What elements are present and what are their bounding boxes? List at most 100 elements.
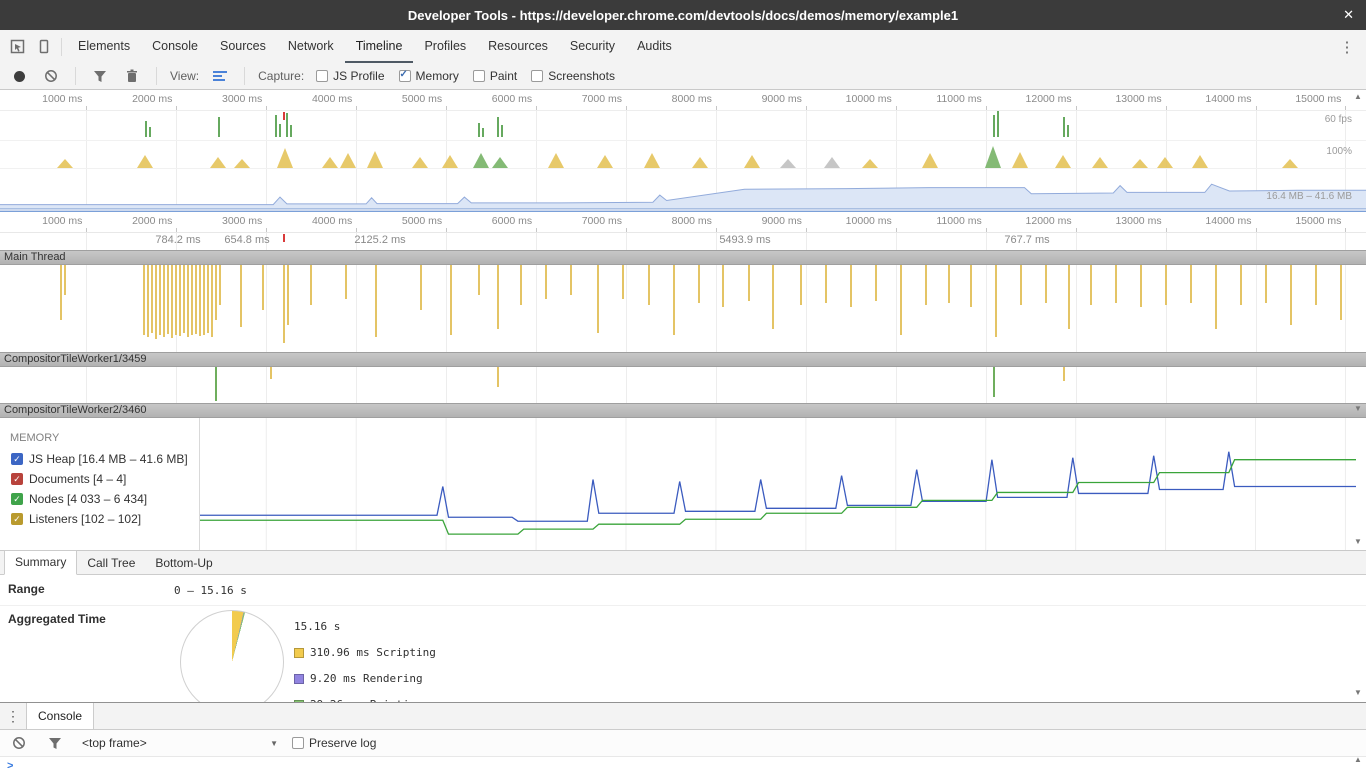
activity-bar bbox=[1020, 265, 1022, 305]
console-prompt[interactable]: > bbox=[0, 757, 1366, 768]
tab-elements[interactable]: Elements bbox=[67, 30, 141, 63]
clear-recording-icon[interactable] bbox=[38, 64, 64, 88]
scroll-down-icon[interactable]: ▼ bbox=[1352, 404, 1364, 413]
legend-swatch bbox=[294, 674, 304, 684]
ruler-tick-label: 14000 ms bbox=[1205, 215, 1255, 227]
tab-profiles[interactable]: Profiles bbox=[413, 30, 477, 63]
activity-bar bbox=[800, 265, 802, 305]
memory-series-checkbox[interactable]: ✓ bbox=[11, 493, 23, 505]
track-label: CompositorTileWorker1/3459 bbox=[4, 353, 146, 365]
aggregated-time-row: Aggregated Time 15.16 s 310.96 ms Script… bbox=[0, 606, 1366, 702]
range-value: 0 — 15.16 s bbox=[174, 576, 247, 605]
preserve-log-option: Preserve log bbox=[292, 736, 376, 750]
overview-fps-lane: 60 fps bbox=[0, 110, 1366, 141]
capture-option-label: Paint bbox=[490, 69, 517, 83]
scroll-up-icon[interactable]: ▲ bbox=[1352, 755, 1364, 764]
scroll-down-icon[interactable]: ▼ bbox=[1352, 537, 1364, 546]
ruler-annotation: 2125.2 ms bbox=[354, 234, 405, 246]
drawer-menu-icon[interactable]: ⋮ bbox=[0, 703, 26, 729]
capture-option-label: JS Profile bbox=[333, 69, 384, 83]
tab-resources[interactable]: Resources bbox=[477, 30, 559, 63]
activity-bar bbox=[970, 265, 972, 307]
timeline-overview[interactable]: 1000 ms2000 ms3000 ms4000 ms5000 ms6000 … bbox=[0, 90, 1366, 208]
activity-bar bbox=[151, 265, 153, 333]
ruler-tick-label: 7000 ms bbox=[582, 93, 626, 105]
ruler-tick-label: 14000 ms bbox=[1205, 93, 1255, 105]
activity-bar bbox=[147, 265, 149, 337]
console-prompt-icon: > bbox=[7, 760, 13, 768]
memory-series-documents: ✓Documents [4 – 4] bbox=[0, 469, 199, 489]
inspect-element-icon[interactable] bbox=[4, 35, 30, 59]
fps-bar bbox=[286, 113, 288, 137]
dropdown-arrow-icon: ▼ bbox=[270, 739, 278, 748]
aggregated-legend-item: 310.96 ms Scripting bbox=[294, 646, 436, 659]
fps-bar bbox=[1067, 125, 1069, 137]
activity-bar bbox=[345, 265, 347, 299]
activity-bar bbox=[1045, 265, 1047, 303]
console-filter-icon[interactable] bbox=[42, 731, 68, 755]
window-close-button[interactable]: ✕ bbox=[1343, 7, 1354, 23]
frame-context-select[interactable]: <top frame> ▼ bbox=[78, 734, 282, 752]
tab-console-drawer[interactable]: Console bbox=[26, 703, 94, 729]
memory-series-checkbox[interactable]: ✓ bbox=[11, 513, 23, 525]
flame-chart[interactable]: 1000 ms2000 ms3000 ms4000 ms5000 ms6000 … bbox=[0, 212, 1366, 418]
filter-icon[interactable] bbox=[87, 64, 113, 88]
fps-bar bbox=[482, 128, 484, 137]
js-profile-checkbox[interactable] bbox=[316, 70, 328, 82]
tab-security[interactable]: Security bbox=[559, 30, 626, 63]
device-toolbar-icon[interactable] bbox=[30, 35, 56, 59]
activity-bar bbox=[1165, 265, 1167, 305]
track-header-main-thread[interactable]: Main Thread bbox=[0, 250, 1366, 265]
main-tab-bar: ElementsConsoleSourcesNetworkTimelinePro… bbox=[0, 30, 1366, 63]
view-mode-icon[interactable] bbox=[207, 64, 233, 88]
tab-console[interactable]: Console bbox=[141, 30, 209, 63]
record-button[interactable] bbox=[6, 64, 32, 88]
activity-bar bbox=[203, 265, 205, 335]
activity-bar bbox=[175, 265, 177, 335]
scroll-down-icon[interactable]: ▼ bbox=[1352, 688, 1364, 697]
track-body-compositor1[interactable] bbox=[0, 367, 1366, 403]
view-label: View: bbox=[170, 69, 199, 83]
fps-bar bbox=[497, 117, 499, 137]
ruler-tick-label: 8000 ms bbox=[672, 93, 716, 105]
ruler-tick-label: 12000 ms bbox=[1026, 93, 1076, 105]
details-tab-bottom-up[interactable]: Bottom-Up bbox=[145, 552, 222, 575]
scroll-up-icon[interactable]: ▲ bbox=[1352, 92, 1364, 101]
tab-timeline[interactable]: Timeline bbox=[345, 30, 414, 63]
activity-bar bbox=[497, 367, 499, 387]
memory-counters-chart[interactable] bbox=[200, 418, 1356, 550]
track-header-compositor1[interactable]: CompositorTileWorker1/3459 bbox=[0, 352, 1366, 367]
track-body-main-thread[interactable] bbox=[0, 265, 1366, 352]
activity-bar bbox=[283, 265, 285, 343]
paint-checkbox[interactable] bbox=[473, 70, 485, 82]
activity-bar bbox=[673, 265, 675, 335]
activity-bar bbox=[375, 265, 377, 337]
activity-bar bbox=[825, 265, 827, 303]
aggregated-time-label: Aggregated Time bbox=[0, 606, 174, 702]
fps-bar bbox=[290, 125, 292, 137]
activity-bar bbox=[171, 265, 173, 338]
memory-checkbox[interactable] bbox=[399, 70, 411, 82]
range-row: Range 0 — 15.16 s bbox=[0, 576, 1366, 606]
tab-network[interactable]: Network bbox=[277, 30, 345, 63]
screenshots-checkbox[interactable] bbox=[531, 70, 543, 82]
fps-bar bbox=[993, 115, 995, 137]
track-header-compositor2[interactable]: CompositorTileWorker2/3460 bbox=[0, 403, 1366, 418]
memory-series-checkbox[interactable]: ✓ bbox=[11, 473, 23, 485]
ruler-tick-label: 15000 ms bbox=[1295, 93, 1345, 105]
ruler-tick-label: 9000 ms bbox=[762, 93, 806, 105]
details-tab-call-tree[interactable]: Call Tree bbox=[77, 552, 145, 575]
preserve-log-checkbox[interactable] bbox=[292, 737, 304, 749]
memory-series-checkbox[interactable]: ✓ bbox=[11, 453, 23, 465]
tab-sources[interactable]: Sources bbox=[209, 30, 277, 63]
garbage-collect-icon[interactable] bbox=[119, 64, 145, 88]
activity-bar bbox=[1240, 265, 1242, 305]
tab-audits[interactable]: Audits bbox=[626, 30, 683, 63]
activity-bar bbox=[1315, 265, 1317, 305]
clear-console-icon[interactable] bbox=[6, 731, 32, 755]
activity-bar bbox=[60, 265, 62, 320]
memory-series-label: JS Heap [16.4 MB – 41.6 MB] bbox=[29, 452, 188, 466]
details-tab-summary[interactable]: Summary bbox=[4, 550, 77, 575]
fps-bar bbox=[279, 124, 281, 137]
overflow-menu-icon[interactable]: ⋮ bbox=[1334, 35, 1360, 59]
